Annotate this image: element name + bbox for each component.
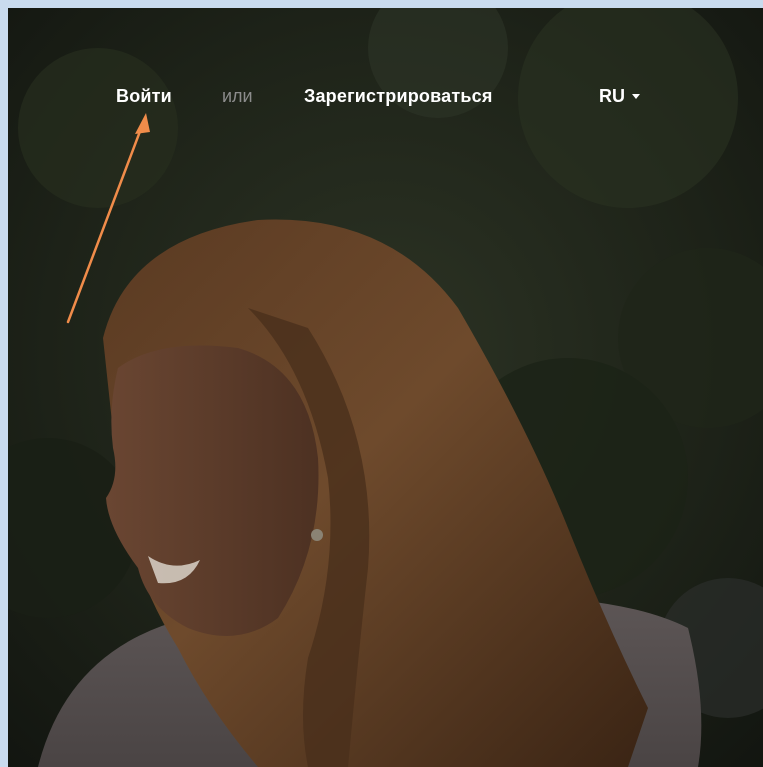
nav-separator-text: или bbox=[222, 86, 253, 106]
login-link[interactable]: Войти bbox=[116, 86, 172, 107]
chevron-down-icon bbox=[632, 94, 640, 99]
top-navigation: Войти или Зарегистрироваться RU bbox=[8, 86, 763, 116]
register-link[interactable]: Зарегистрироваться bbox=[304, 86, 493, 107]
language-label: RU bbox=[599, 86, 625, 106]
hero-background-photo bbox=[8, 8, 763, 767]
screenshot-frame: Войти или Зарегистрироваться RU bbox=[0, 0, 763, 767]
language-selector[interactable]: RU bbox=[599, 86, 640, 107]
hero-section: Войти или Зарегистрироваться RU bbox=[8, 8, 763, 767]
